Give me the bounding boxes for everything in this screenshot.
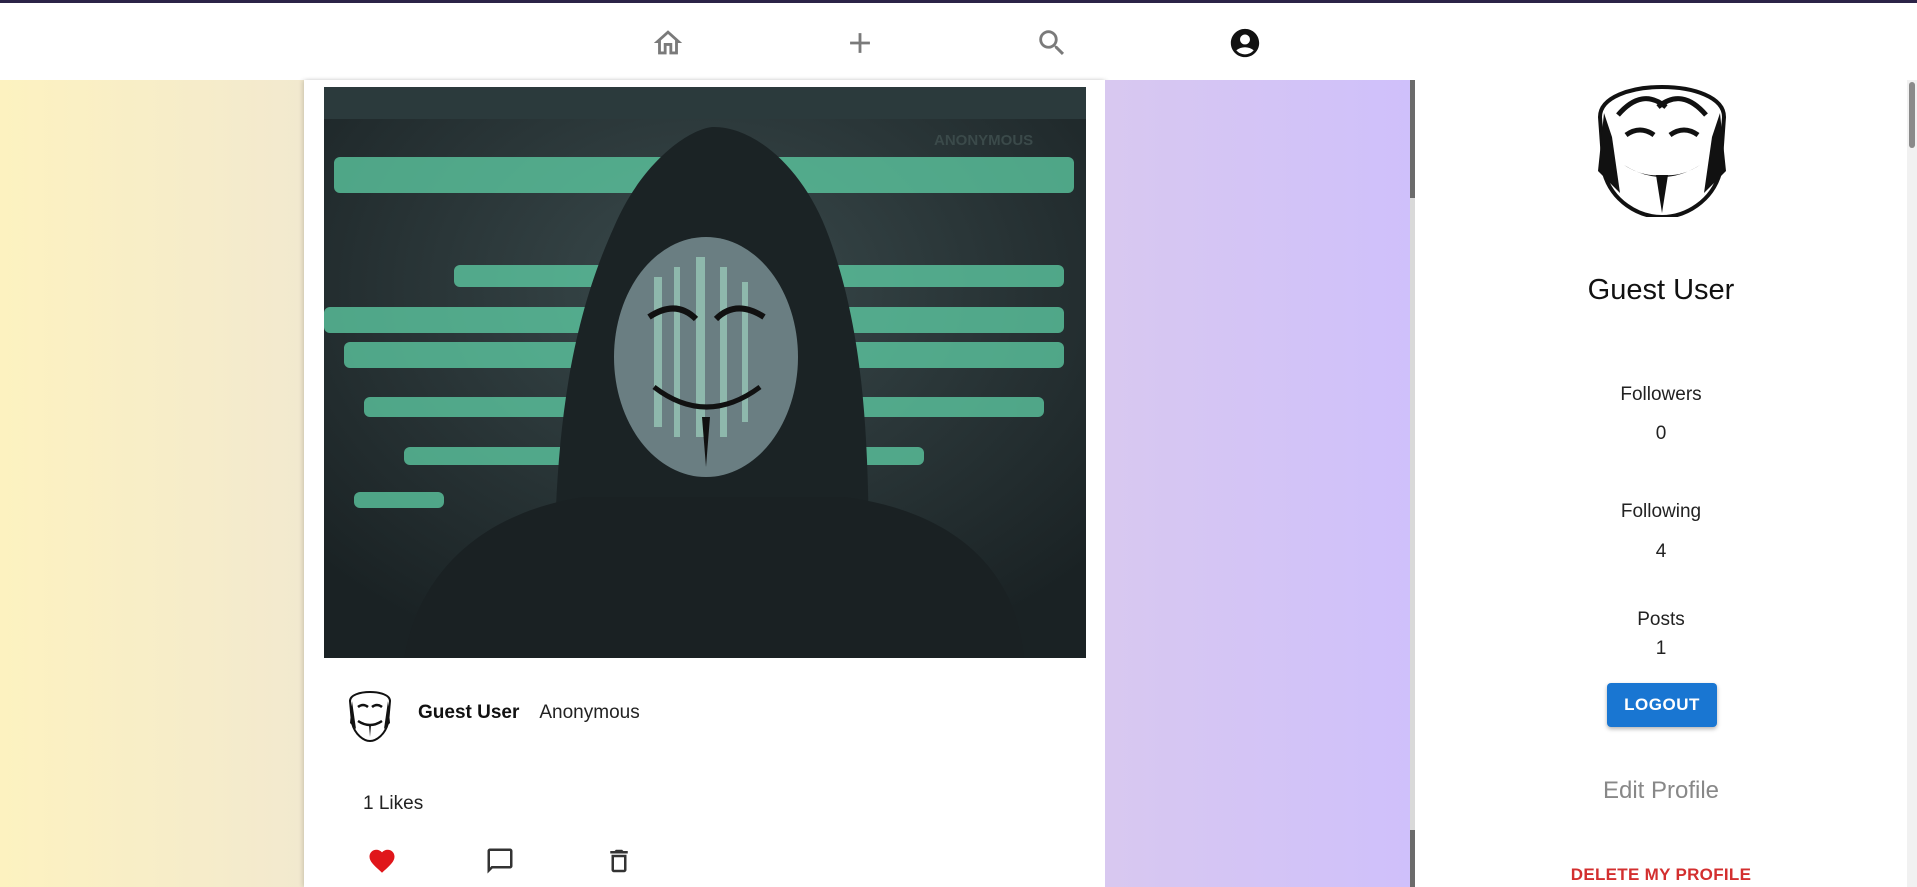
top-navigation (0, 3, 1917, 79)
posts-label: Posts (1637, 609, 1685, 630)
profile-name: Guest User (1587, 274, 1735, 306)
page-scrollbar[interactable] (1907, 80, 1917, 887)
following-label[interactable]: Following (1415, 501, 1907, 523)
home-icon (653, 30, 683, 55)
image-watermark: ANONYMOUS (934, 132, 1033, 149)
post-caption: Anonymous (539, 702, 640, 723)
account-circle-icon (1230, 28, 1260, 58)
post-author-name[interactable]: Guest User (418, 702, 519, 724)
search-icon (1039, 30, 1065, 56)
posts-count: 1 (1655, 638, 1667, 659)
post-card: ANONYMOUS Guest User Anonymous 1 Likes (304, 80, 1105, 887)
delete-profile-button[interactable]: DELETE MY PROFILE (1415, 865, 1907, 885)
profile-avatar-mask-icon (1582, 77, 1742, 217)
comment-icon (487, 848, 513, 874)
page-scrollbar-thumb[interactable] (1909, 82, 1915, 148)
delete-post-button[interactable] (600, 842, 638, 880)
following-count: 4 (1655, 541, 1667, 562)
left-gradient-panel (0, 80, 304, 887)
avatar[interactable] (340, 683, 400, 743)
plus-icon (850, 33, 870, 53)
like-count: 1 Likes (363, 793, 424, 814)
logout-button[interactable]: LOGOUT (1607, 683, 1717, 727)
hooded-figure-image: ANONYMOUS (324, 87, 1086, 658)
followers-label[interactable]: Followers (1415, 384, 1907, 406)
heart-icon (369, 849, 395, 873)
right-gradient-panel (1105, 80, 1412, 887)
nav-create-button[interactable] (838, 21, 882, 65)
followers-count: 0 (1655, 423, 1667, 444)
nav-search-button[interactable] (1030, 21, 1074, 65)
post-image[interactable]: ANONYMOUS (324, 87, 1086, 658)
nav-home-button[interactable] (646, 21, 690, 65)
like-button[interactable] (363, 842, 401, 880)
nav-profile-button[interactable] (1223, 21, 1267, 65)
guy-fawkes-mask-icon (340, 683, 400, 743)
comment-button[interactable] (481, 842, 519, 880)
edit-profile-link[interactable]: Edit Profile (1415, 777, 1907, 805)
profile-panel: Guest User Followers 0 Following 4 Posts… (1415, 77, 1907, 887)
post-author-row: Guest User Anonymous (340, 683, 640, 743)
trash-icon (610, 849, 628, 873)
